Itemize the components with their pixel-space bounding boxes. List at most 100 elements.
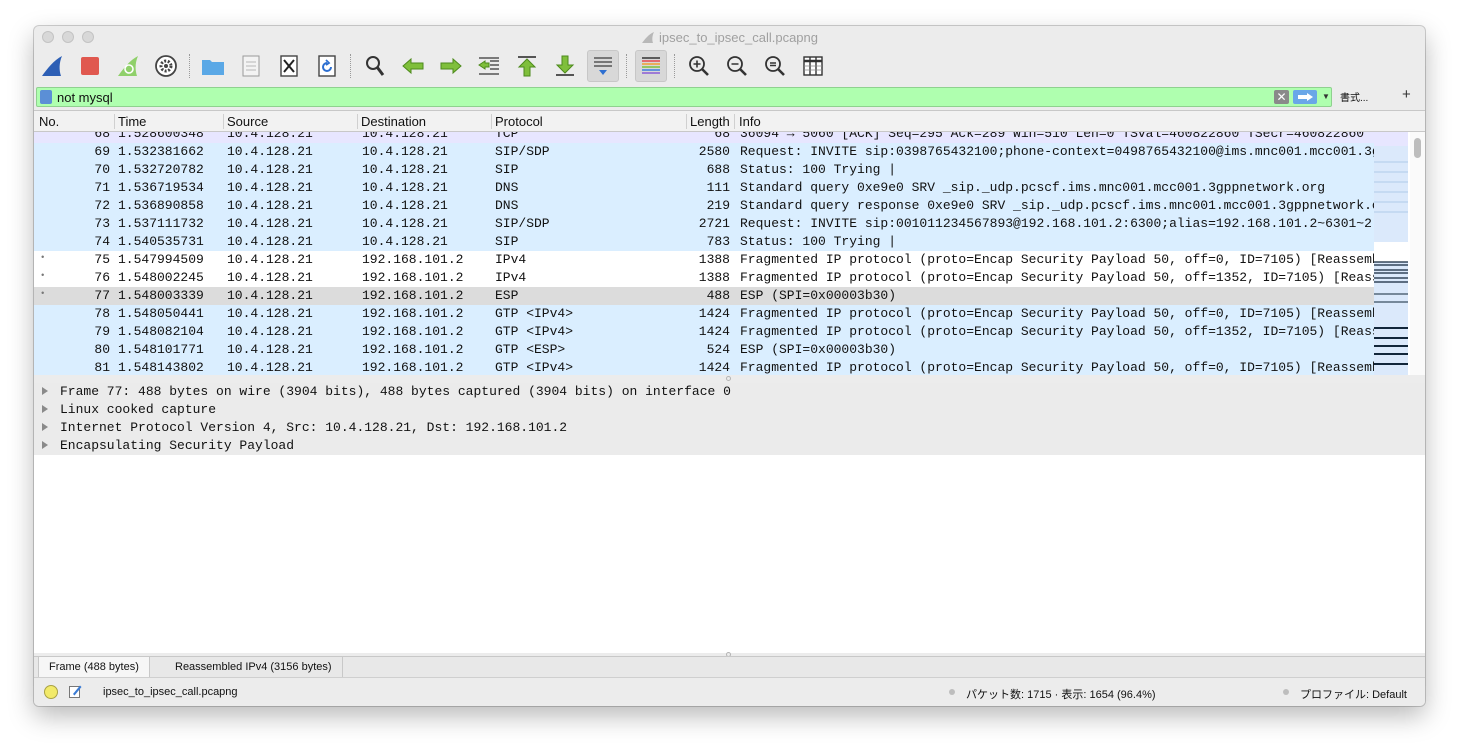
expand-triangle-icon[interactable] (42, 441, 48, 449)
packet-time: 1.548002245 (118, 270, 204, 285)
column-header-time[interactable]: Time (118, 114, 146, 129)
detail-tree-label: Frame 77: 488 bytes on wire (3904 bits),… (60, 384, 731, 399)
packet-destination: 192.168.101.2 (362, 252, 464, 267)
packet-time: 1.548101771 (118, 342, 204, 357)
expand-triangle-icon[interactable] (42, 423, 48, 431)
resize-columns-button[interactable] (797, 50, 829, 82)
packet-row[interactable]: 74 1.540535731 10.4.128.21 10.4.128.21 S… (34, 233, 1374, 251)
packet-row[interactable]: 71 1.536719534 10.4.128.21 10.4.128.21 D… (34, 179, 1374, 197)
go-forward-button[interactable] (435, 50, 467, 82)
zoom-out-button[interactable] (721, 50, 753, 82)
toolbar-separator (350, 54, 351, 78)
packet-row[interactable]: • 75 1.547994509 10.4.128.21 192.168.101… (34, 251, 1374, 269)
autoscroll-button[interactable] (587, 50, 619, 82)
detail-tree-item[interactable]: Linux cooked capture (34, 401, 1425, 419)
go-back-button[interactable] (397, 50, 429, 82)
packet-row[interactable]: 73 1.537111732 10.4.128.21 10.4.128.21 S… (34, 215, 1374, 233)
packet-rows: 68 1.528600348 10.4.128.21 10.4.128.21 T… (34, 132, 1374, 376)
packet-source: 10.4.128.21 (227, 342, 313, 357)
tab-reassembled-ipv4[interactable]: Reassembled IPv4 (3156 bytes) (165, 657, 343, 678)
start-capture-button[interactable] (36, 50, 68, 82)
column-header-source[interactable]: Source (227, 114, 268, 129)
packet-row[interactable]: 81 1.548143802 10.4.128.21 192.168.101.2… (34, 359, 1374, 376)
gear-icon (155, 55, 177, 77)
column-divider[interactable] (686, 114, 687, 129)
packet-time: 1.528600348 (118, 132, 204, 141)
zoom-normal-button[interactable] (759, 50, 791, 82)
colorize-button[interactable] (635, 50, 667, 82)
find-packet-button[interactable] (359, 50, 391, 82)
packet-row[interactable]: 79 1.548082104 10.4.128.21 192.168.101.2… (34, 323, 1374, 341)
open-file-button[interactable] (197, 50, 229, 82)
first-packet-button[interactable] (511, 50, 543, 82)
packet-row[interactable]: 70 1.532720782 10.4.128.21 10.4.128.21 S… (34, 161, 1374, 179)
packet-source: 10.4.128.21 (227, 180, 313, 195)
packet-row-selected[interactable]: • 77 1.548003339 10.4.128.21 192.168.101… (34, 287, 1374, 305)
expand-triangle-icon[interactable] (42, 405, 48, 413)
expert-info-icon[interactable] (44, 685, 58, 699)
packet-minimap[interactable] (1374, 132, 1408, 376)
restart-capture-button[interactable] (112, 50, 144, 82)
column-header-info[interactable]: Info (739, 114, 761, 129)
go-to-packet-button[interactable] (473, 50, 505, 82)
packet-list-scrollbar[interactable] (1410, 132, 1425, 376)
packet-time: 1.548143802 (118, 360, 204, 375)
clear-filter-icon[interactable]: ✕ (1274, 90, 1289, 104)
packet-length: 688 (706, 162, 730, 177)
status-profile[interactable]: プロファイル: Default (1300, 686, 1407, 702)
detail-tree-item[interactable]: Encapsulating Security Payload (34, 437, 1425, 455)
column-divider[interactable] (223, 114, 224, 129)
packet-row[interactable]: 80 1.548101771 10.4.128.21 192.168.101.2… (34, 341, 1374, 359)
document-icon (242, 55, 260, 77)
packet-row[interactable]: 78 1.548050441 10.4.128.21 192.168.101.2… (34, 305, 1374, 323)
packet-row[interactable]: 69 1.532381662 10.4.128.21 10.4.128.21 S… (34, 143, 1374, 161)
add-filter-button[interactable]: + (1402, 86, 1411, 103)
packet-time: 1.532381662 (118, 144, 204, 159)
packet-length: 219 (706, 198, 730, 213)
packet-length: 111 (706, 180, 730, 195)
packet-source: 10.4.128.21 (227, 234, 313, 249)
pane-splitter[interactable] (34, 375, 1425, 383)
packet-no: 81 (94, 360, 110, 375)
column-header-destination[interactable]: Destination (361, 114, 426, 129)
column-header-length[interactable]: Length (690, 114, 730, 129)
detail-tree-label: Encapsulating Security Payload (60, 438, 295, 453)
byte-view-tabs: Frame (488 bytes) Reassembled IPv4 (3156… (34, 656, 1425, 678)
display-filter-input[interactable] (57, 89, 1237, 106)
column-divider[interactable] (114, 114, 115, 129)
packet-destination: 10.4.128.21 (362, 180, 448, 195)
column-divider[interactable] (734, 114, 735, 129)
tab-frame-bytes[interactable]: Frame (488 bytes) (38, 657, 150, 678)
packet-row[interactable]: • 76 1.548002245 10.4.128.21 192.168.101… (34, 269, 1374, 287)
close-file-button[interactable] (273, 50, 305, 82)
packet-source: 10.4.128.21 (227, 288, 313, 303)
capture-options-button[interactable] (150, 50, 182, 82)
column-header-protocol[interactable]: Protocol (495, 114, 543, 129)
save-file-button[interactable] (235, 50, 267, 82)
packet-source: 10.4.128.21 (227, 144, 313, 159)
column-header-no[interactable]: No. (39, 114, 59, 129)
packet-info: Status: 100 Trying | (740, 162, 897, 177)
bookmark-icon[interactable] (40, 90, 52, 104)
detail-tree-item[interactable]: Internet Protocol Version 4, Src: 10.4.1… (34, 419, 1425, 437)
packet-destination: 10.4.128.21 (362, 132, 448, 141)
zoom-in-button[interactable] (683, 50, 715, 82)
filter-expression-button[interactable]: 書式... (1340, 89, 1368, 104)
expand-triangle-icon[interactable] (42, 387, 48, 395)
stop-capture-button[interactable] (74, 50, 106, 82)
reload-file-button[interactable] (311, 50, 343, 82)
column-divider[interactable] (491, 114, 492, 129)
scrollbar-thumb[interactable] (1414, 138, 1421, 158)
splitter-handle[interactable] (726, 376, 731, 381)
packet-destination: 192.168.101.2 (362, 360, 464, 375)
apply-filter-icon[interactable] (1293, 90, 1317, 104)
packet-row[interactable]: 72 1.536890858 10.4.128.21 10.4.128.21 D… (34, 197, 1374, 215)
last-packet-button[interactable] (549, 50, 581, 82)
packet-row[interactable]: 68 1.528600348 10.4.128.21 10.4.128.21 T… (34, 132, 1374, 143)
related-packet-marker: • (40, 271, 46, 281)
packet-protocol: DNS (495, 198, 519, 213)
column-divider[interactable] (357, 114, 358, 129)
detail-tree-item[interactable]: Frame 77: 488 bytes on wire (3904 bits),… (34, 383, 1425, 401)
chevron-down-icon[interactable]: ▼ (1320, 90, 1332, 104)
capture-comment-icon[interactable] (69, 684, 82, 698)
